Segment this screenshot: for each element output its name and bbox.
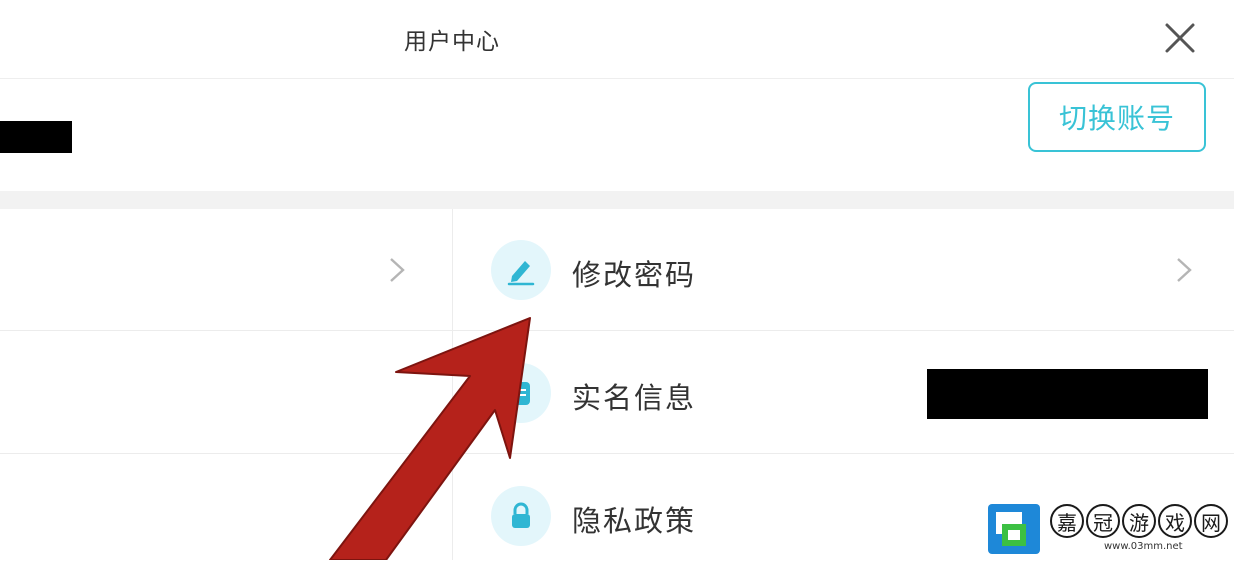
watermark-char: 游 <box>1122 504 1156 538</box>
watermark-char: 冠 <box>1086 504 1120 538</box>
pencil-icon <box>507 261 535 286</box>
section-gap <box>0 191 1234 209</box>
top-bar: 用户中心 <box>0 0 1234 79</box>
watermark-char: 戏 <box>1158 504 1192 538</box>
watermark: 嘉 冠 游 戏 网 www.03mm.net <box>986 500 1228 558</box>
close-icon <box>1165 23 1195 53</box>
document-icon <box>512 382 530 405</box>
pencil-icon-badge <box>491 240 551 300</box>
chevron-right-icon <box>390 258 405 282</box>
real-name-info-item[interactable]: 实名信息 <box>453 332 1234 454</box>
change-password-item[interactable]: 修改密码 <box>453 209 1234 331</box>
chevron-right-icon <box>390 506 405 530</box>
real-name-info-label: 实名信息 <box>572 381 697 415</box>
page-title: 用户中心 <box>404 29 500 55</box>
switch-account-button[interactable]: 切换账号 <box>1028 82 1206 152</box>
watermark-url: www.03mm.net <box>1104 541 1183 552</box>
change-password-label: 修改密码 <box>572 258 697 292</box>
watermark-logo-icon <box>988 504 1040 554</box>
redacted-username <box>0 121 72 153</box>
account-row: 切换账号 <box>0 79 1234 191</box>
document-icon-badge <box>491 363 551 423</box>
menu-item-left-3[interactable] <box>0 455 452 577</box>
watermark-char: 嘉 <box>1050 504 1084 538</box>
close-button[interactable] <box>1162 20 1198 56</box>
lock-icon <box>512 502 530 528</box>
watermark-char: 网 <box>1194 504 1228 538</box>
menu-item-left-2[interactable] <box>0 332 452 454</box>
chevron-right-icon <box>1177 258 1192 282</box>
lock-icon-badge <box>491 486 551 546</box>
watermark-text: 嘉 冠 游 戏 网 <box>1050 504 1230 538</box>
privacy-policy-label: 隐私政策 <box>572 504 697 538</box>
redacted-info <box>927 369 1208 419</box>
menu-item-left-1[interactable] <box>0 209 452 331</box>
